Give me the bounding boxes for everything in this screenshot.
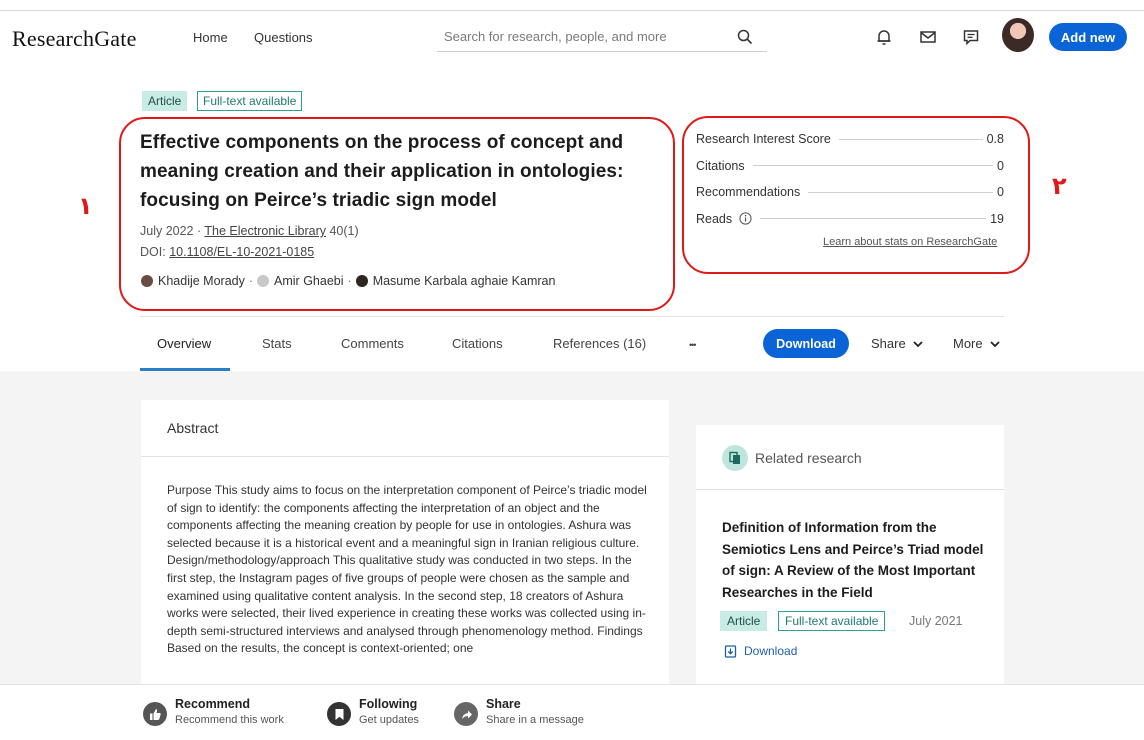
abstract-card: Abstract Purpose This study aims to focu… — [141, 400, 669, 690]
share-button[interactable]: Share Share in a message — [454, 697, 584, 726]
stat-value: 19 — [990, 211, 1004, 226]
related-research-card: Related research Definition of Informati… — [696, 425, 1004, 690]
related-research-heading: Related research — [755, 450, 862, 466]
thumbs-up-icon — [143, 702, 167, 726]
share-title: Share — [486, 697, 521, 711]
related-type-badge: Article — [720, 611, 768, 631]
bell-icon[interactable] — [875, 28, 893, 46]
search-input[interactable] — [444, 29, 724, 44]
fulltext-badge: Full-text available — [197, 91, 303, 111]
stat-label: Reads — [696, 211, 756, 226]
more-menu[interactable]: More — [953, 336, 1001, 351]
chevron-down-icon — [989, 340, 1000, 347]
researchgate-logo[interactable]: ResearchGate — [12, 26, 137, 52]
tab-more-options[interactable]: ••• — [689, 340, 697, 350]
related-download-link[interactable]: Download — [724, 644, 797, 658]
info-icon[interactable] — [739, 212, 752, 225]
chat-icon[interactable] — [962, 28, 980, 46]
tab-stats[interactable]: Stats — [262, 336, 292, 351]
user-avatar[interactable] — [1002, 18, 1034, 52]
related-article-title[interactable]: Definition of Information from the Semio… — [722, 517, 984, 603]
stat-value: 0 — [997, 185, 1004, 200]
following-title: Following — [359, 697, 418, 711]
bookmark-icon — [327, 702, 351, 726]
recommend-subtitle: Recommend this work — [175, 714, 284, 726]
abstract-text: Purpose This study aims to focus on the … — [167, 483, 647, 656]
related-download-label: Download — [744, 644, 798, 658]
annotation-box-1 — [119, 117, 675, 311]
nav-home-link[interactable]: Home — [193, 30, 228, 45]
abstract-divider — [141, 456, 669, 457]
chevron-down-icon — [913, 340, 923, 347]
stat-label: Recommendations — [696, 185, 805, 200]
share-arrow-icon — [454, 702, 478, 726]
tab-comments[interactable]: Comments — [341, 336, 404, 351]
tab-overview[interactable]: Overview — [157, 336, 211, 351]
search-bar — [437, 22, 767, 52]
annotation-number-2: ٢ — [1052, 172, 1067, 200]
abstract-heading: Abstract — [167, 420, 219, 436]
recommend-title: Recommend — [175, 697, 251, 711]
related-divider — [696, 489, 1004, 490]
stat-label: Citations — [696, 158, 749, 173]
article-type-badge: Article — [142, 91, 188, 111]
stat-value: 0 — [997, 158, 1004, 173]
share-menu[interactable]: Share — [871, 336, 924, 351]
search-icon[interactable] — [737, 29, 753, 45]
annotation-number-1: ١ — [78, 192, 93, 220]
tab-citations[interactable]: Citations — [452, 336, 503, 351]
more-menu-label: More — [953, 336, 983, 351]
nav-questions-link[interactable]: Questions — [254, 30, 313, 45]
add-new-button[interactable]: Add new — [1049, 23, 1127, 51]
share-menu-label: Share — [871, 336, 906, 351]
following-button[interactable]: Following Get updates — [327, 697, 419, 726]
reads-label: Reads — [696, 211, 733, 226]
following-subtitle: Get updates — [359, 714, 419, 726]
top-navigation: ResearchGate Home Questions Add new — [0, 0, 1144, 70]
related-date: July 2021 — [909, 614, 963, 628]
recommend-button[interactable]: Recommend Recommend this work — [143, 697, 284, 726]
stat-value: 0.8 — [986, 132, 1004, 147]
tabs-divider — [140, 316, 1004, 317]
top-divider — [0, 10, 1144, 11]
download-button[interactable]: Download — [763, 329, 849, 358]
related-fulltext-badge: Full-text available — [778, 611, 886, 631]
bottom-action-bar: Recommend Recommend this work Following … — [0, 684, 1144, 740]
related-research-icon — [722, 445, 748, 471]
mail-icon[interactable] — [919, 28, 937, 46]
tab-references[interactable]: References (16) — [553, 336, 646, 351]
stat-label: Research Interest Score — [696, 132, 835, 147]
share-subtitle: Share in a message — [486, 714, 584, 726]
download-icon — [724, 644, 737, 658]
